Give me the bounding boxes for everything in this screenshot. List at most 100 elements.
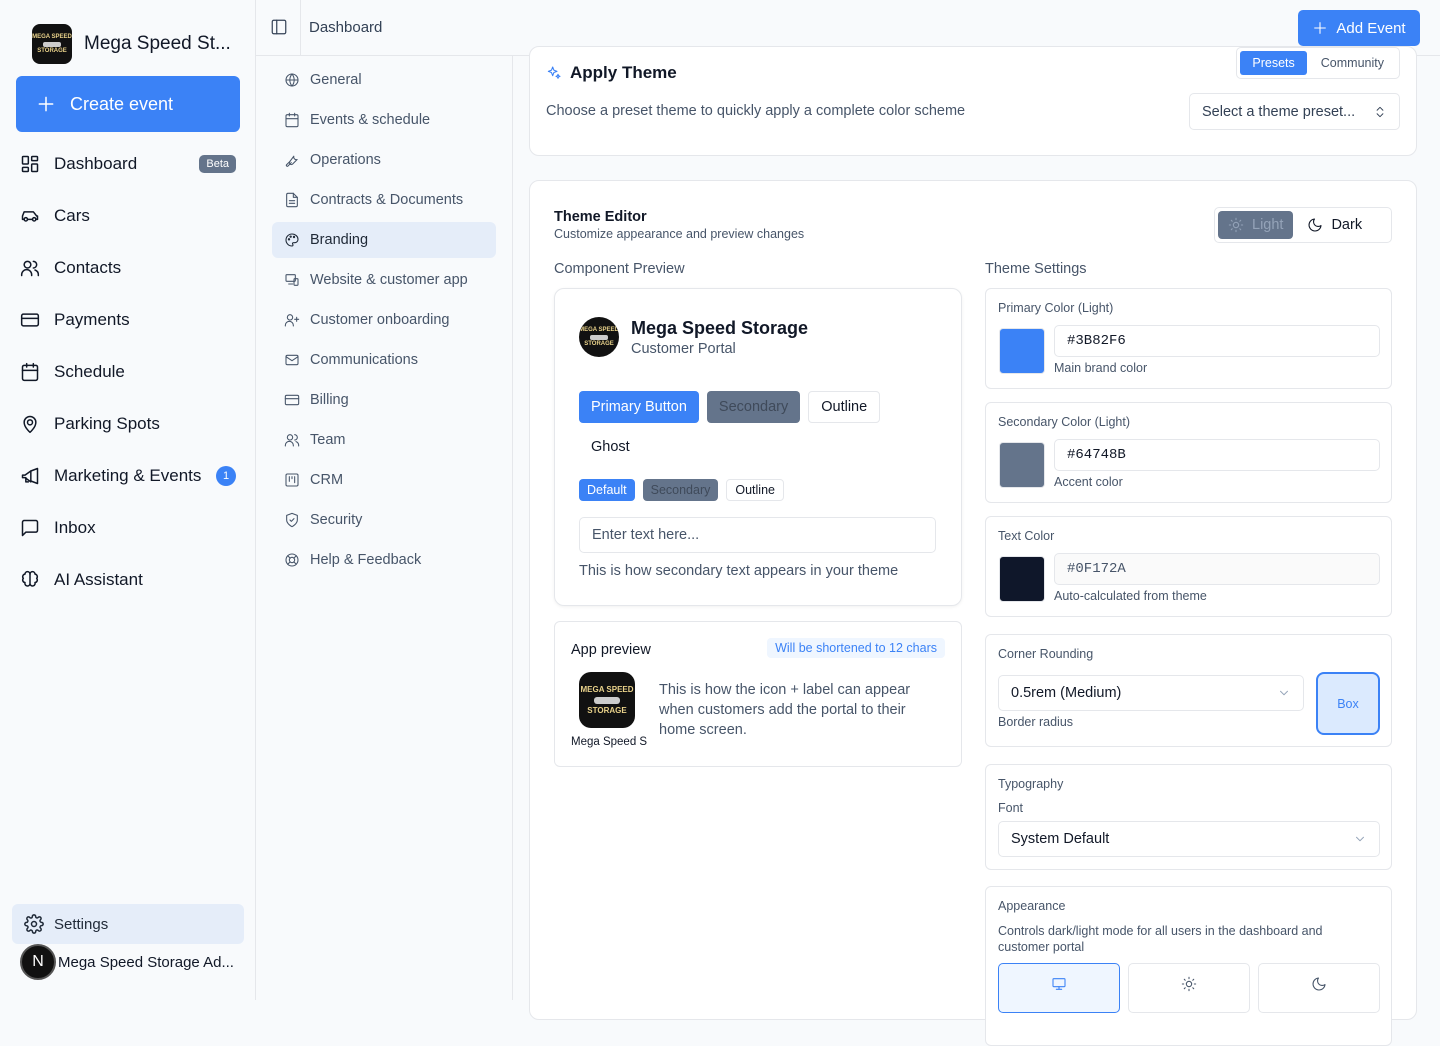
sidebar-item-label: Marketing & Events: [54, 466, 202, 485]
settings-nav-label: Help & Feedback: [310, 552, 422, 568]
sun-icon: [1181, 976, 1197, 992]
theme-editor-card: Theme Editor Customize appearance and pr…: [529, 180, 1417, 1046]
user-menu[interactable]: N Mega Speed Storage Ad...: [20, 944, 234, 980]
preview-secondary-button[interactable]: Secondary: [706, 391, 801, 423]
main-content: Apply Theme Presets Community Choose a p…: [512, 46, 1440, 1046]
settings-nav-crm[interactable]: CRM: [272, 462, 496, 498]
primary-color-help: Main brand color: [1054, 361, 1148, 375]
theme-editor-subtitle: Customize appearance and preview changes: [554, 227, 805, 241]
breadcrumb[interactable]: Dashboard: [309, 19, 382, 36]
settings-nav-general[interactable]: General: [272, 62, 496, 98]
devices-icon: [285, 274, 299, 286]
settings-nav-customer-onboarding[interactable]: Customer onboarding: [272, 302, 496, 338]
tab-community[interactable]: Community: [1309, 51, 1396, 75]
settings-nav-label: Team: [310, 432, 346, 448]
text-color-setting: Text Color #0F172A Auto-calculated from …: [985, 516, 1392, 617]
app-preview-title: App preview: [571, 642, 651, 658]
settings-nav: General Events & schedule Operations Con…: [272, 62, 496, 582]
preview-primary-button[interactable]: Primary Button: [579, 391, 699, 423]
settings-nav-help-feedback[interactable]: Help & Feedback: [272, 542, 496, 578]
plus-icon: [38, 96, 54, 112]
sidebar-item-contacts[interactable]: Contacts: [16, 242, 240, 294]
component-preview: MEGA SPEED STORAGE Mega Speed Storage Cus…: [554, 288, 962, 606]
settings-nav-security[interactable]: Security: [272, 502, 496, 538]
primary-color-label: Primary Color (Light): [998, 301, 1114, 315]
preview-text-input[interactable]: Enter text here...: [579, 517, 936, 553]
font-select[interactable]: System Default: [998, 821, 1380, 857]
add-event-button[interactable]: Add Event: [1298, 10, 1420, 46]
settings-nav-branding[interactable]: Branding: [272, 222, 496, 258]
tab-presets[interactable]: Presets: [1240, 51, 1307, 75]
secondary-color-swatch[interactable]: [999, 442, 1045, 488]
primary-color-swatch[interactable]: [999, 328, 1045, 374]
settings-nav-operations[interactable]: Operations: [272, 142, 496, 178]
moon-icon: [1309, 218, 1322, 232]
brand[interactable]: MEGA SPEED STORAGE Mega Speed St...: [32, 24, 231, 64]
settings-nav-billing[interactable]: Billing: [272, 382, 496, 418]
light-label: Light: [1252, 217, 1284, 233]
sidebar-item-schedule[interactable]: Schedule: [16, 346, 240, 398]
settings-nav-website-customer-app[interactable]: Website & customer app: [272, 262, 496, 298]
preview-outline-button[interactable]: Outline: [808, 391, 881, 423]
typography-label: Typography: [998, 777, 1064, 791]
settings-nav-label: Events & schedule: [310, 112, 431, 128]
settings-nav-team[interactable]: Team: [272, 422, 496, 458]
font-value: System Default: [1011, 831, 1110, 847]
preview-company-name: Mega Speed Storage: [631, 317, 809, 338]
moon-icon: [1312, 977, 1326, 991]
sidebar-item-cars[interactable]: Cars: [16, 190, 240, 242]
sidebar-item-ai-assistant[interactable]: AI Assistant: [16, 554, 240, 606]
appearance-dark-option[interactable]: [1258, 963, 1380, 1013]
sidebar-item-inbox[interactable]: Inbox: [16, 502, 240, 554]
shield-icon: [286, 512, 298, 528]
monitor-icon: [1052, 978, 1066, 990]
sidebar-toggle-button[interactable]: [270, 18, 288, 36]
calendar-icon: [21, 362, 39, 382]
apply-theme-description: Choose a preset theme to quickly apply a…: [546, 103, 966, 119]
users-icon: [284, 434, 300, 447]
sidebar-item-dashboard[interactable]: Dashboard Beta: [16, 138, 240, 190]
apply-theme-title-text: Apply Theme: [570, 63, 677, 82]
create-event-button[interactable]: Create event: [16, 76, 240, 132]
corner-rounding-select[interactable]: 0.5rem (Medium): [998, 675, 1304, 711]
users-icon: [20, 260, 40, 277]
text-color-help: Auto-calculated from theme: [1054, 589, 1207, 603]
settings-nav-label: Branding: [310, 232, 369, 248]
font-label: Font: [998, 801, 1024, 815]
sidebar-item-label: Contacts: [54, 258, 122, 277]
chevron-down-icon: [1280, 690, 1288, 696]
text-color-label: Text Color: [998, 529, 1055, 543]
appearance-system-option[interactable]: [998, 963, 1120, 1013]
light-mode-button[interactable]: Light: [1218, 211, 1294, 239]
app-preview-description: This is how the icon + label can appear …: [659, 682, 911, 738]
shorten-notice-badge: Will be shortened to 12 chars: [767, 638, 945, 658]
dark-label: Dark: [1331, 217, 1363, 233]
appearance-label: Appearance: [998, 899, 1066, 913]
preview-logo: MEGA SPEED STORAGE: [579, 317, 619, 357]
sidebar-item-payments[interactable]: Payments: [16, 294, 240, 346]
main-nav: Dashboard Beta Cars Contacts Payments Sc…: [16, 138, 240, 606]
sidebar-item-label: Dashboard: [54, 154, 138, 173]
dark-mode-button[interactable]: Dark: [1297, 211, 1372, 239]
typography-setting: Typography Font System Default: [985, 764, 1392, 870]
primary-color-input[interactable]: #3B82F6: [1054, 325, 1380, 357]
appearance-light-option[interactable]: [1128, 963, 1250, 1013]
life-buoy-icon: [285, 553, 299, 567]
sidebar-item-parking-spots[interactable]: Parking Spots: [16, 398, 240, 450]
preview-ghost-button[interactable]: Ghost: [591, 439, 630, 455]
theme-preset-select[interactable]: Select a theme preset...: [1189, 93, 1400, 130]
secondary-color-label: Secondary Color (Light): [998, 415, 1131, 429]
settings-nav-contracts-documents[interactable]: Contracts & Documents: [272, 182, 496, 218]
preview-default-badge: Default: [579, 479, 635, 501]
settings-nav-label: Operations: [310, 152, 381, 168]
user-plus-icon: [284, 314, 300, 327]
preview-header: MEGA SPEED STORAGE Mega Speed Storage Cus…: [579, 317, 808, 357]
sidebar-item-marketing-events[interactable]: Marketing & Events 1: [16, 450, 240, 502]
preview-secondary-text: This is how secondary text appears in yo…: [579, 563, 899, 579]
secondary-color-input[interactable]: #64748B: [1054, 439, 1380, 471]
sidebar-item-settings[interactable]: Settings: [12, 904, 244, 944]
settings-nav-label: Website & customer app: [310, 272, 468, 288]
settings-nav-events-schedule[interactable]: Events & schedule: [272, 102, 496, 138]
settings-nav-label: General: [310, 72, 362, 88]
settings-nav-communications[interactable]: Communications: [272, 342, 496, 378]
